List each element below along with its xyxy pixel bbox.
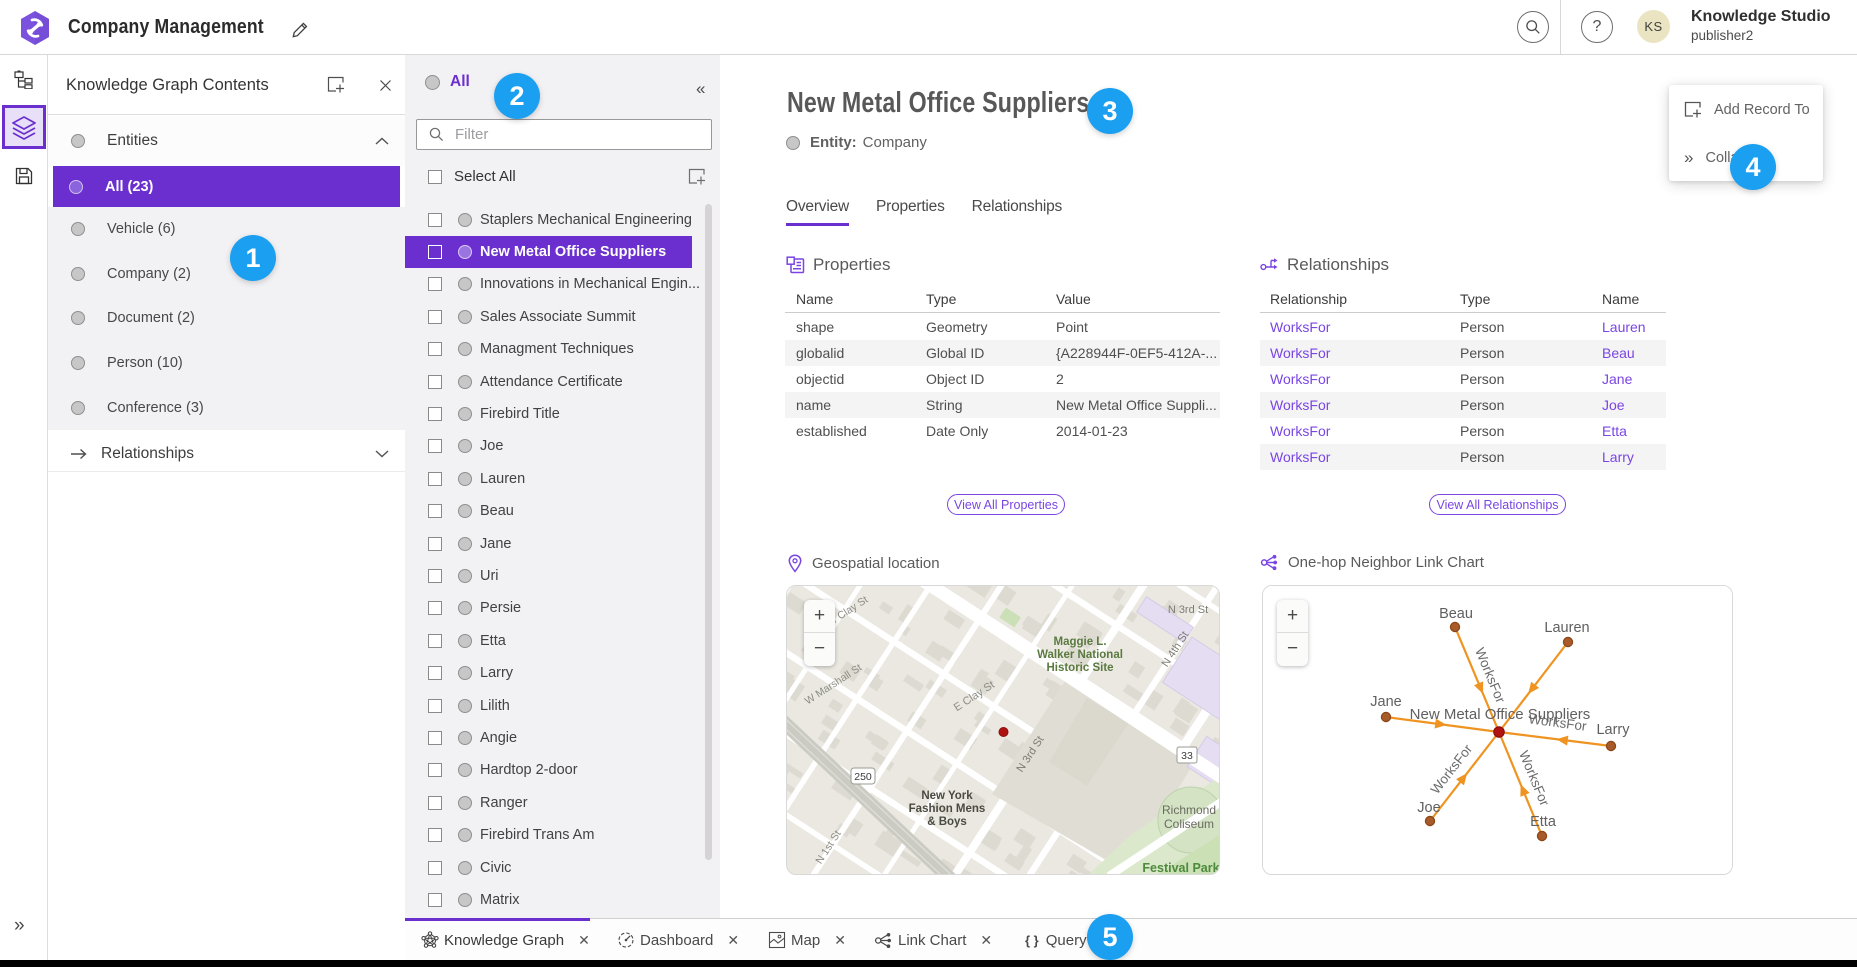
svg-text:New Metal Office Suppliers: New Metal Office Suppliers [1410,706,1591,723]
svg-text:& Boys: & Boys [927,816,967,828]
svg-text:Larry: Larry [1596,722,1630,738]
svg-text:250: 250 [854,771,872,783]
svg-text:Etta: Etta [1530,814,1557,830]
svg-text:Lauren: Lauren [1544,620,1589,636]
svg-text:New York: New York [921,790,973,802]
svg-text:Historic Site: Historic Site [1046,662,1113,674]
svg-text:Richmond: Richmond [1162,803,1216,817]
svg-text:Walker National: Walker National [1037,649,1123,661]
svg-text:Joe: Joe [1417,800,1440,816]
svg-text:Maggie L.: Maggie L. [1053,636,1106,648]
svg-text:Beau: Beau [1439,606,1473,622]
svg-text:Jane: Jane [1370,694,1401,710]
svg-text:33: 33 [1181,750,1193,762]
svg-text:N 3rd St: N 3rd St [1168,604,1208,616]
svg-text:Coliseum: Coliseum [1164,817,1214,831]
svg-text:Festival Park: Festival Park [1142,861,1219,875]
svg-text:Fashion Mens: Fashion Mens [909,803,986,815]
